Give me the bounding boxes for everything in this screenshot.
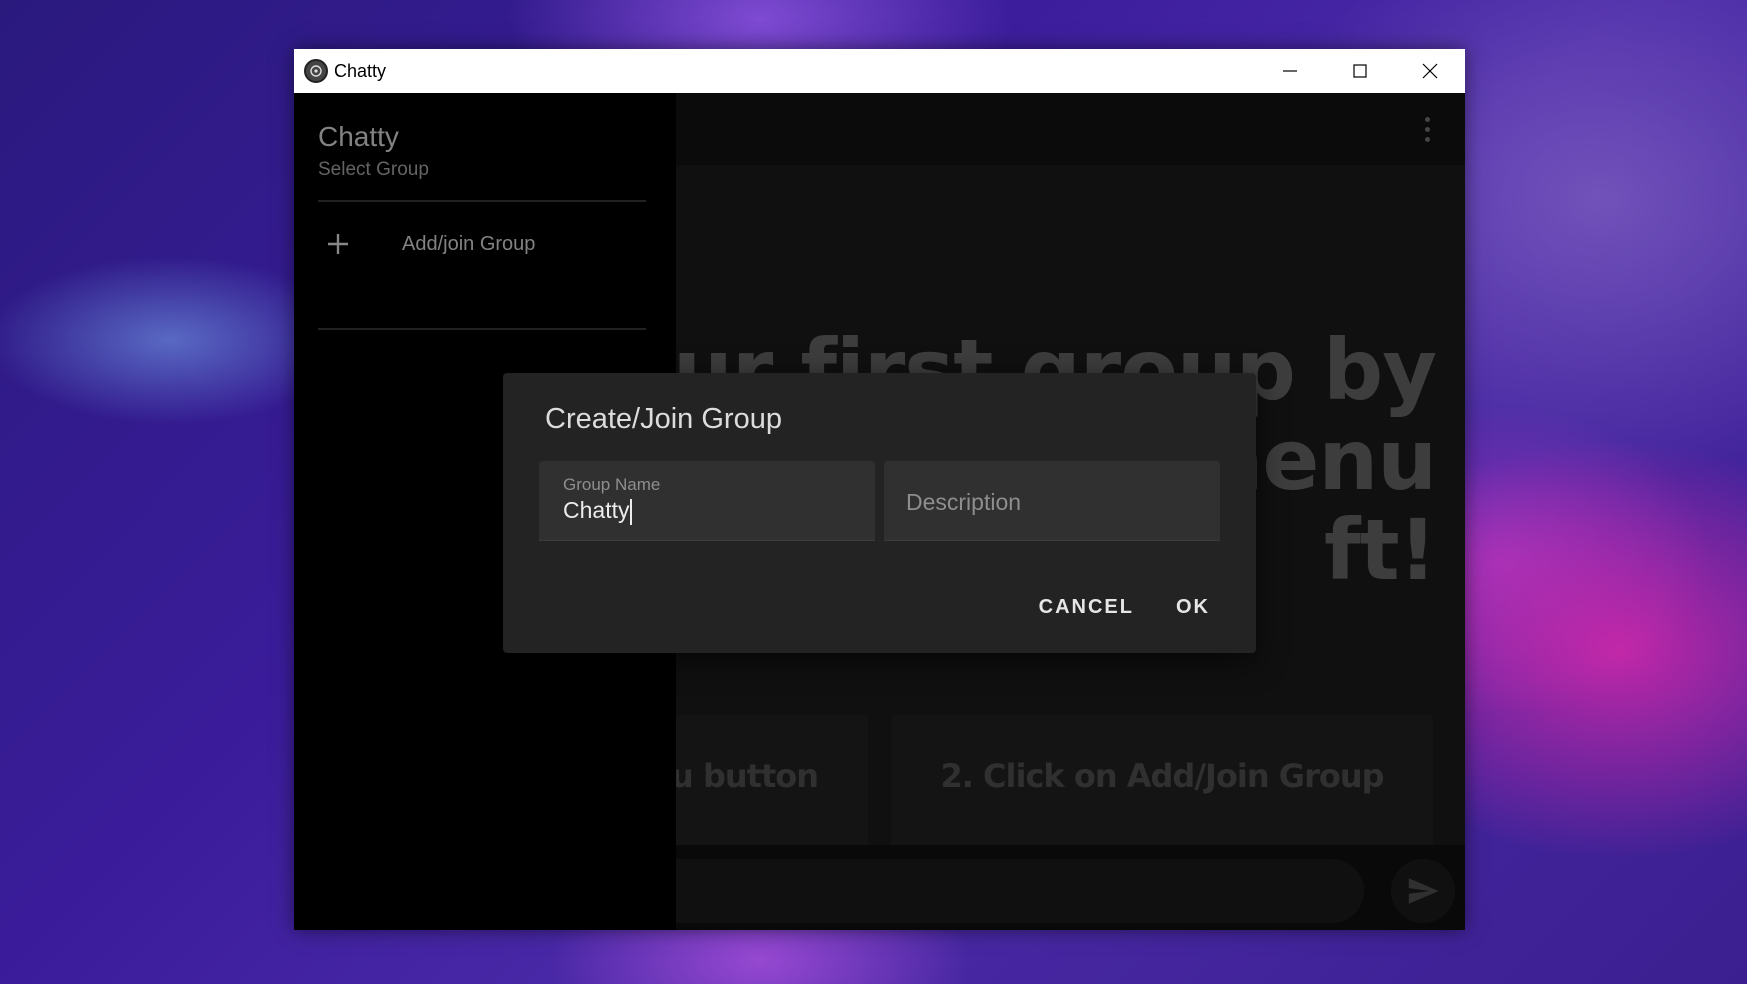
group-name-label: Group Name [563, 475, 661, 494]
create-join-group-dialog: Create/Join Group Group Name Chatty Desc… [503, 373, 1256, 653]
cancel-button[interactable]: CANCEL [1023, 584, 1150, 631]
window-title: Chatty [334, 60, 387, 81]
maximize-button[interactable] [1325, 49, 1395, 93]
maximize-icon [1353, 64, 1367, 78]
minimize-button[interactable] [1255, 49, 1325, 93]
close-icon [1422, 63, 1438, 79]
app-logo-icon [304, 59, 328, 83]
description-placeholder: Description [906, 489, 1022, 515]
minimize-icon [1283, 70, 1297, 72]
title-bar[interactable]: Chatty [294, 49, 1465, 93]
close-button[interactable] [1395, 49, 1465, 93]
text-caret [630, 498, 633, 525]
ok-button[interactable]: OK [1160, 584, 1226, 631]
group-name-field[interactable]: Group Name Chatty [539, 461, 875, 541]
group-name-input[interactable]: Chatty [563, 497, 633, 525]
dialog-title: Create/Join Group [545, 403, 782, 435]
description-field[interactable]: Description [884, 461, 1220, 541]
